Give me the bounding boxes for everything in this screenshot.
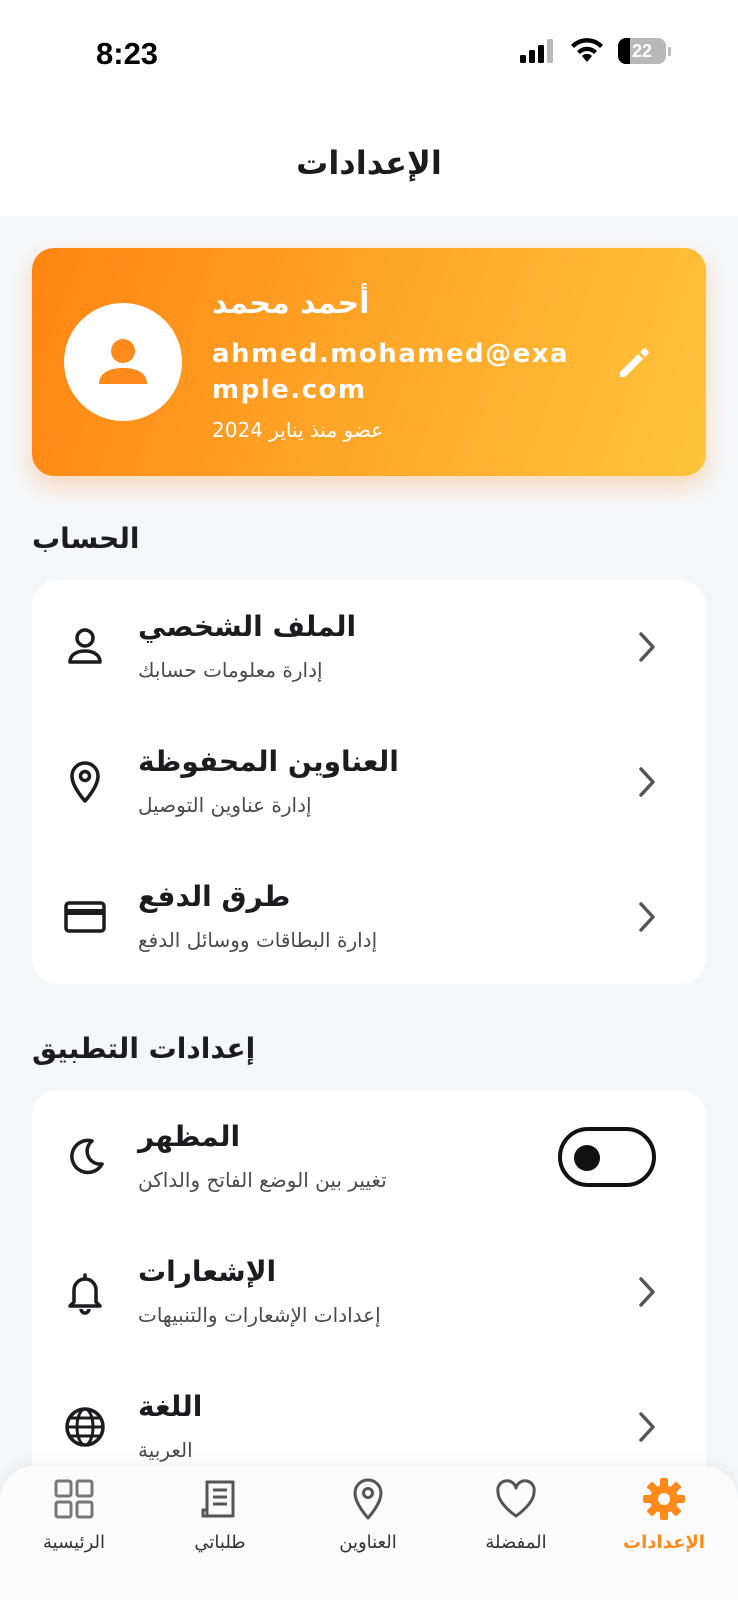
settings-row-appearance: المظهر تغيير بين الوضع الفاتح والداكن (32, 1090, 706, 1225)
avatar (64, 303, 182, 421)
wifi-icon (571, 38, 603, 62)
status-time: 8:23 (96, 36, 159, 71)
tab-label: العناوين (339, 1532, 397, 1553)
tab-orders[interactable]: طلباتي (150, 1476, 290, 1586)
bell-icon (68, 1273, 102, 1315)
status-bar: 8:23 22 (0, 0, 738, 110)
chevron-right-icon (639, 632, 655, 662)
section-title-account: الحساب (32, 522, 140, 555)
settings-row-addresses[interactable]: العناوين المحفوظة إدارة عناوين التوصيل (32, 715, 706, 850)
grid-icon (54, 1479, 94, 1519)
heart-icon (496, 1479, 536, 1518)
tab-home[interactable]: الرئيسية (4, 1476, 144, 1586)
row-title: العناوين المحفوظة (138, 745, 399, 778)
globe-icon (65, 1407, 105, 1447)
tab-label: الإعدادات (623, 1532, 705, 1553)
battery-icon: 22 (618, 38, 671, 64)
row-title: طرق الدفع (138, 880, 291, 913)
tab-label: المفضلة (485, 1532, 547, 1553)
edit-pencil-icon[interactable] (614, 342, 654, 382)
profile-card[interactable]: أحمد محمد ahmed.mohamed@example.com عضو … (32, 248, 706, 476)
status-icons: 22 (520, 38, 671, 64)
header: الإعدادات (0, 110, 738, 216)
settings-row-payment[interactable]: طرق الدفع إدارة البطاقات ووسائل الدفع (32, 850, 706, 985)
row-subtitle: تغيير بين الوضع الفاتح والداكن (138, 1168, 387, 1192)
location-pin-icon (70, 761, 100, 803)
receipt-icon (201, 1480, 235, 1518)
member-since: عضو منذ يناير 2024 (212, 418, 384, 442)
credit-card-icon (64, 901, 106, 933)
account-settings-group: الملف الشخصي إدارة معلومات حسابك العناوي… (32, 580, 706, 984)
row-subtitle: إدارة معلومات حسابك (138, 658, 323, 682)
person-outline-icon (68, 628, 102, 664)
row-subtitle: إدارة عناوين التوصيل (138, 793, 312, 817)
tab-favorites[interactable]: المفضلة (446, 1476, 586, 1586)
tab-addresses[interactable]: العناوين (298, 1476, 438, 1586)
person-icon (99, 339, 147, 384)
row-title: الملف الشخصي (138, 610, 357, 643)
gear-icon (643, 1478, 685, 1520)
battery-level: 22 (631, 40, 653, 61)
section-title-app-settings: إعدادات التطبيق (32, 1032, 256, 1065)
cellular-signal-icon (520, 39, 553, 63)
chevron-right-icon (639, 1277, 655, 1307)
settings-row-notifications[interactable]: الإشعارات إعدادات الإشعارات والتنبيهات (32, 1225, 706, 1360)
location-pin-icon (353, 1478, 383, 1520)
toggle-knob (574, 1145, 600, 1171)
tab-settings[interactable]: الإعدادات (594, 1476, 734, 1586)
chevron-right-icon (639, 1412, 655, 1442)
row-subtitle: إدارة البطاقات ووسائل الدفع (138, 928, 378, 952)
row-subtitle: العربية (138, 1438, 193, 1462)
tab-label: الرئيسية (43, 1532, 105, 1553)
row-title: اللغة (138, 1390, 203, 1423)
row-title: الإشعارات (138, 1255, 277, 1288)
dark-mode-toggle[interactable] (558, 1127, 656, 1187)
page-title: الإعدادات (296, 144, 442, 182)
settings-row-profile[interactable]: الملف الشخصي إدارة معلومات حسابك (32, 580, 706, 715)
app-settings-group: المظهر تغيير بين الوضع الفاتح والداكن ال… (32, 1090, 706, 1510)
profile-name-text: أحمد محمد (212, 286, 370, 321)
profile-name: أحمد محمد (212, 286, 592, 321)
bottom-tab-bar: الإعدادات المفضلة العناوين طلباتي الرئيس… (0, 1466, 738, 1600)
profile-email: ahmed.mohamed@example.com (212, 339, 570, 405)
chevron-right-icon (639, 902, 655, 932)
moon-icon (70, 1138, 104, 1175)
tab-label: طلباتي (194, 1532, 246, 1553)
chevron-right-icon (639, 767, 655, 797)
row-subtitle: إعدادات الإشعارات والتنبيهات (138, 1303, 381, 1327)
row-title: المظهر (138, 1120, 241, 1153)
